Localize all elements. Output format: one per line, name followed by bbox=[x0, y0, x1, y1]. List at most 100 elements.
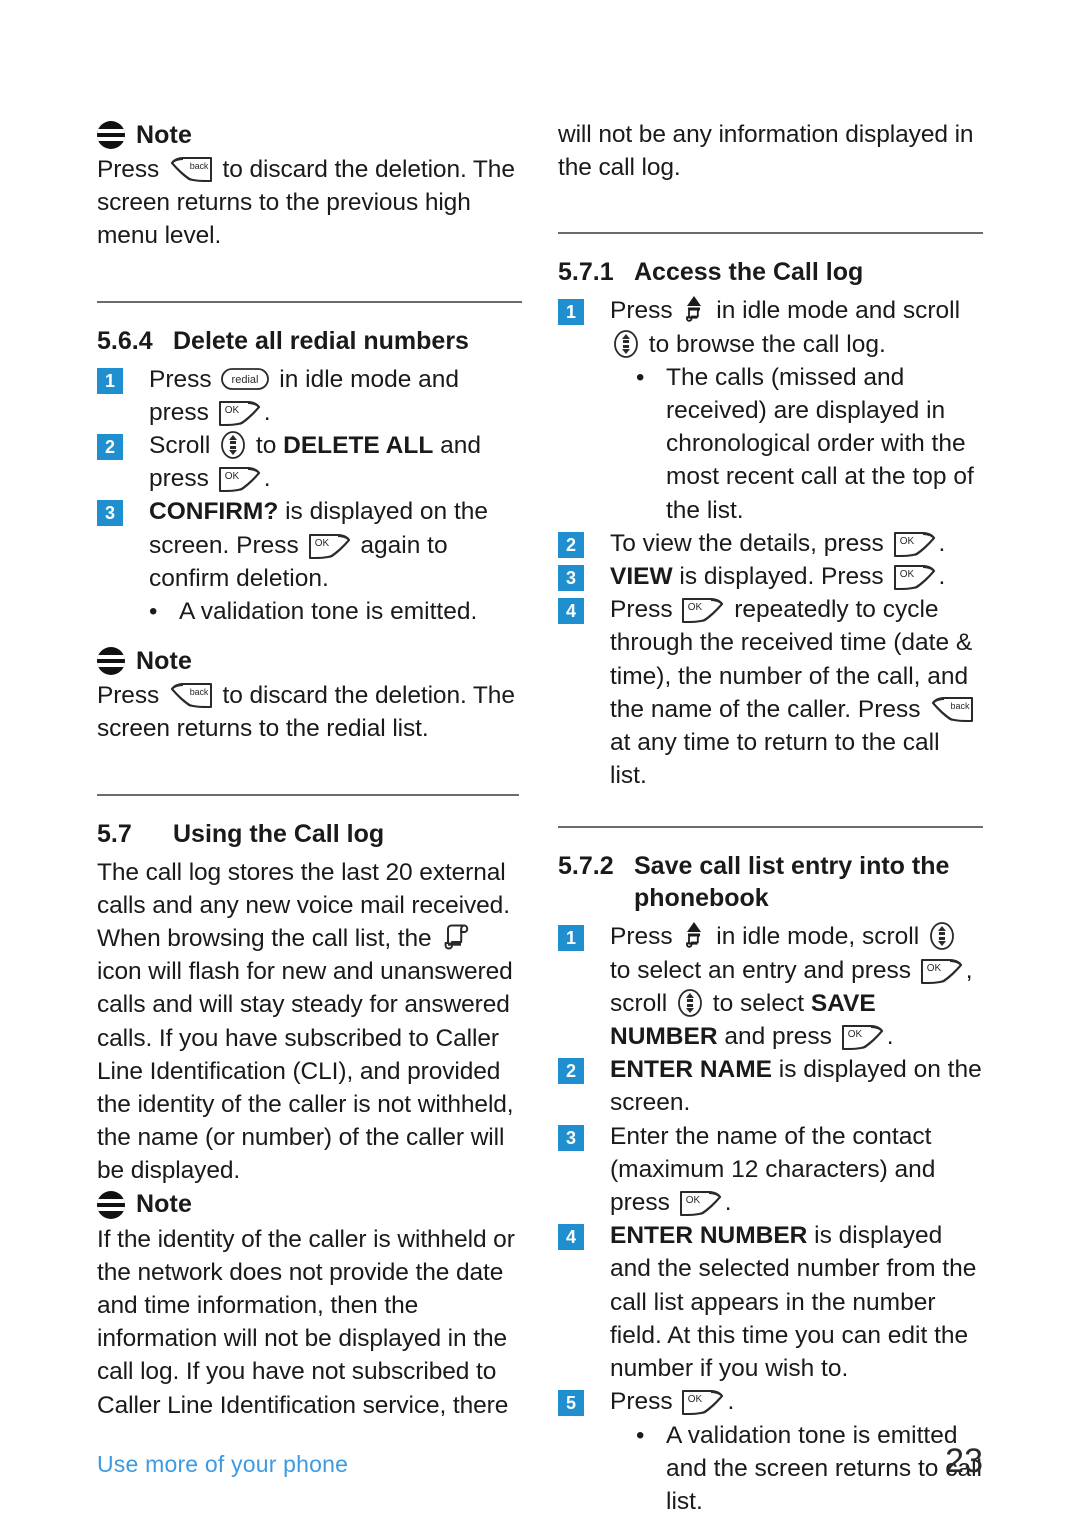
section-heading-5-6-4: 5.6.4 Delete all redial numbers bbox=[97, 325, 522, 357]
scroll-updown-icon bbox=[676, 988, 704, 1018]
note-header: Note bbox=[97, 644, 522, 678]
step-text-part: Press bbox=[149, 365, 219, 393]
list-item-bullet: • A validation tone is emitted. bbox=[149, 595, 522, 628]
svg-text:OK: OK bbox=[688, 1394, 703, 1405]
step-text: Press in idle mode, scroll to select an … bbox=[610, 920, 983, 1053]
step-text-part: in idle mode and scroll bbox=[709, 297, 961, 325]
paragraph-part: icon will flash for new and unanswered c… bbox=[97, 958, 514, 1185]
list-item: 4 ENTER NUMBER is displayed and the sele… bbox=[558, 1219, 983, 1385]
section-title: Using the Call log bbox=[173, 819, 385, 848]
step-text: Press in idle mode and scroll to browse … bbox=[610, 294, 983, 360]
bullet-text: The calls (missed and received) are disp… bbox=[666, 363, 974, 524]
svg-text:OK: OK bbox=[314, 538, 329, 549]
step-badge: 1 bbox=[558, 299, 584, 326]
section-divider bbox=[558, 232, 983, 235]
step-text: ENTER NAME is displayed on the screen. bbox=[610, 1053, 983, 1119]
step-badge: 2 bbox=[558, 531, 584, 558]
section-heading-5-7: 5.7 Using the Call log bbox=[97, 818, 522, 850]
call-log-list-icon bbox=[442, 923, 470, 951]
ok-softkey-icon: OK bbox=[681, 597, 725, 624]
call-log-key-icon bbox=[682, 921, 706, 950]
note-icon bbox=[97, 647, 125, 676]
step-text-part: . bbox=[886, 1023, 894, 1051]
ok-softkey-icon: OK bbox=[893, 531, 937, 558]
note-body: Press back to discard the deletion. The … bbox=[97, 153, 522, 253]
section-number: 5.6.4 bbox=[97, 326, 153, 355]
step-text-part: in idle mode, scroll bbox=[709, 923, 926, 951]
list-item: 2 ENTER NAME is displayed on the screen. bbox=[558, 1053, 983, 1119]
section-title-line-1: Save call list entry into the bbox=[634, 852, 950, 881]
bullet-marker: • bbox=[636, 363, 645, 391]
section-paragraph: The call log stores the last 20 external… bbox=[97, 856, 522, 1188]
step-text-part: . bbox=[263, 465, 271, 493]
ok-softkey-icon: OK bbox=[679, 1190, 723, 1217]
steps-5-7-1: 1 Press in idle mode and scroll to brows… bbox=[558, 294, 983, 792]
step-text-part: to browse the call log. bbox=[642, 330, 886, 358]
svg-text:back: back bbox=[190, 687, 209, 697]
list-item: 3 CONFIRM? is displayed on the screen. P… bbox=[97, 495, 522, 595]
step-badge: 1 bbox=[558, 925, 584, 952]
note-header: Note bbox=[97, 118, 522, 152]
section-number: 5.7.1 bbox=[558, 258, 614, 287]
footer-chapter-label: Use more of your phone bbox=[97, 1451, 349, 1477]
back-softkey-icon: back bbox=[169, 156, 213, 183]
section-number: 5.7 bbox=[97, 819, 132, 848]
step-text: Press OK repeatedly to cycle through the… bbox=[610, 593, 983, 792]
step-text-part: and press bbox=[717, 1023, 839, 1051]
step-text-part: Press bbox=[610, 297, 680, 325]
scroll-updown-icon bbox=[928, 921, 956, 951]
step-badge: 4 bbox=[558, 598, 584, 625]
step-text-part: to select an entry and press bbox=[610, 956, 918, 984]
step-text-emphasis: ENTER NAME bbox=[610, 1056, 772, 1084]
note-header: Note bbox=[97, 1188, 522, 1222]
list-item-bullet: • The calls (missed and received) are di… bbox=[636, 361, 983, 527]
step-text: Press redial in idle mode and press OK. bbox=[149, 363, 522, 429]
back-softkey-icon: back bbox=[930, 696, 974, 723]
ok-softkey-icon: OK bbox=[920, 958, 964, 985]
step-text-part: . bbox=[263, 398, 271, 426]
step-text-part: Press bbox=[610, 923, 680, 951]
page-footer: Use more of your phone 23 bbox=[97, 1444, 983, 1478]
right-column: will not be any information displayed in… bbox=[558, 118, 983, 1518]
svg-text:OK: OK bbox=[685, 1195, 700, 1206]
step-text-emphasis: CONFIRM? bbox=[149, 498, 279, 526]
step-badge: 3 bbox=[97, 500, 123, 527]
step-text-part: To view the details, press bbox=[610, 529, 891, 557]
step-badge: 1 bbox=[97, 367, 123, 394]
svg-text:OK: OK bbox=[224, 471, 239, 482]
step-text: Press OK. bbox=[610, 1385, 983, 1418]
section-divider bbox=[97, 793, 519, 796]
step-text: CONFIRM? is displayed on the screen. Pre… bbox=[149, 495, 522, 595]
list-item: 1 Press in idle mode and scroll to brows… bbox=[558, 294, 983, 360]
ok-softkey-icon: OK bbox=[841, 1024, 885, 1051]
step-badge: 2 bbox=[97, 434, 123, 461]
step-text: VIEW is displayed. Press OK. bbox=[610, 560, 983, 593]
manual-page: Note Press back to discard the deletion.… bbox=[0, 0, 1080, 1525]
svg-text:OK: OK bbox=[927, 963, 942, 974]
step-text-emphasis: VIEW bbox=[610, 563, 673, 591]
list-item: 4 Press OK repeatedly to cycle through t… bbox=[558, 593, 983, 792]
step-badge: 4 bbox=[558, 1224, 584, 1251]
section-heading-5-7-2: 5.7.2 Save call list entry into the phone… bbox=[558, 850, 983, 914]
note-title: Note bbox=[136, 1190, 192, 1219]
step-text: Scroll to DELETE ALL and press OK. bbox=[149, 429, 522, 495]
step-text-part: Scroll bbox=[149, 432, 218, 460]
step-text-part: . bbox=[724, 1189, 732, 1217]
section-heading-5-7-1: 5.7.1 Access the Call log bbox=[558, 256, 983, 288]
note-title: Note bbox=[136, 646, 192, 675]
section-divider bbox=[97, 300, 522, 303]
step-badge: 3 bbox=[558, 1124, 584, 1151]
note-text-before: Press bbox=[97, 682, 166, 710]
note-icon bbox=[97, 121, 125, 149]
redial-key-icon: redial bbox=[220, 366, 270, 392]
step-text-part: . bbox=[727, 1388, 735, 1416]
step-text-part: to select bbox=[705, 989, 811, 1017]
note-text-before: Press bbox=[97, 156, 166, 183]
ok-softkey-icon: OK bbox=[308, 533, 352, 560]
list-item: 3 Enter the name of the contact (maximum… bbox=[558, 1120, 983, 1220]
steps-5-6-4: 1 Press redial in idle mode and press OK… bbox=[97, 363, 522, 629]
left-column: Note Press back to discard the deletion.… bbox=[97, 118, 522, 1422]
scroll-updown-icon bbox=[612, 329, 640, 359]
ok-softkey-icon: OK bbox=[218, 466, 262, 493]
svg-text:back: back bbox=[951, 701, 971, 711]
